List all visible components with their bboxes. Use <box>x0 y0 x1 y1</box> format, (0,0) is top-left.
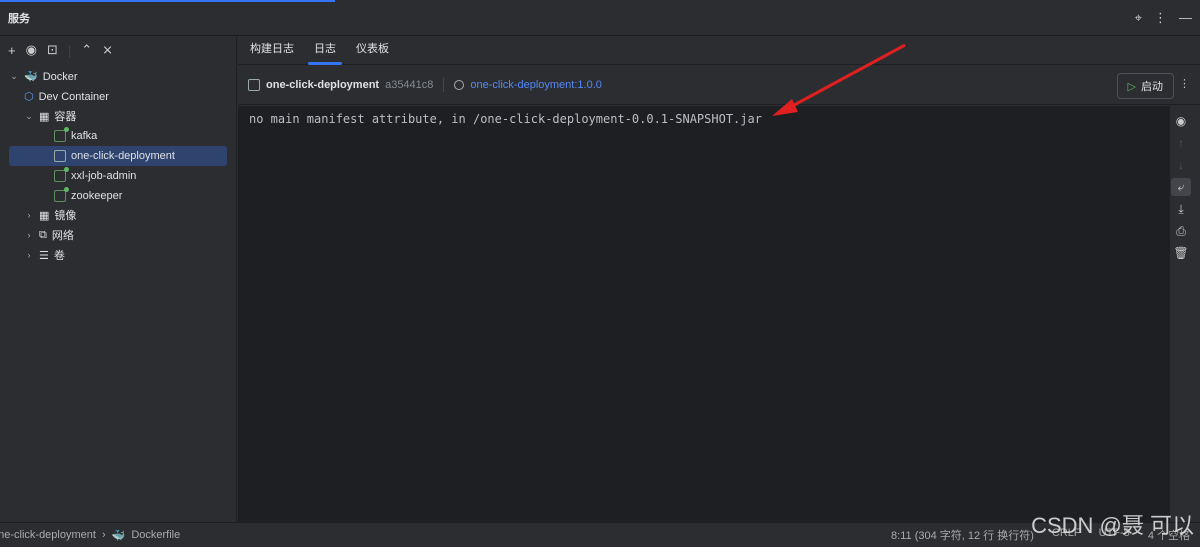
service-tree: ⌄ 🐳 Docker ⬡ Dev Container ⌄ ▦ 容器 kafka one-c… <box>0 63 236 265</box>
running-container-icon <box>54 166 69 182</box>
expand-all-icon[interactable]: ⌃ <box>81 42 92 58</box>
tree-networks[interactable]: › ⧉ 网络 <box>9 225 227 245</box>
tree-one-click-deployment[interactable]: one-click-deployment <box>9 146 227 166</box>
status-bar: one-click-deployment › 🐳 Dockerfile 8:11… <box>0 522 1200 547</box>
title-bar: 服务 ⌖ ⋮ — <box>0 0 1200 36</box>
tree-label: kafka <box>71 130 98 143</box>
tree-dev-container[interactable]: ⬡ Dev Container <box>9 87 227 107</box>
containers-icon: ▦ <box>39 110 50 123</box>
tree-label: 镜像 <box>54 210 77 223</box>
tree-label: 容器 <box>54 111 77 124</box>
scroll-to-end-icon[interactable]: ⤓ <box>1171 200 1191 218</box>
play-icon: ▷ <box>1127 80 1136 93</box>
tree-label: zookeeper <box>71 189 123 202</box>
chevron-down-icon[interactable]: ⌄ <box>24 111 34 122</box>
more-options-icon[interactable]: ⋮ <box>1154 10 1167 26</box>
print-icon[interactable]: ⎙ <box>1171 222 1191 240</box>
tree-docker[interactable]: ⌄ 🐳 Docker <box>9 67 227 87</box>
main-panel: 构建日志 日志 仪表板 one-click-deployment a35441c… <box>238 37 1200 522</box>
add-icon[interactable]: + <box>8 43 16 58</box>
window-title: 服务 <box>8 12 30 25</box>
chevron-down-icon[interactable]: ⌄ <box>9 71 19 82</box>
watermark: CSDN @聂 可以 <box>1031 513 1194 538</box>
locate-icon[interactable]: ⌖ <box>1135 10 1142 26</box>
soft-wrap-icon[interactable]: ⤶ <box>1171 178 1191 196</box>
tree-containers[interactable]: ⌄ ▦ 容器 <box>9 107 227 127</box>
services-sidebar: + ◉ ⊡ | ⌃ ⨯ ⌄ 🐳 Docker ⬡ Dev Container ⌄ ▦ 容器… <box>0 37 237 522</box>
container-icon <box>248 78 260 91</box>
network-icon: ⧉ <box>39 228 47 241</box>
container-hash: a35441c8 <box>385 78 434 91</box>
tree-label: one-click-deployment <box>71 150 175 163</box>
tree-label: Dev Container <box>38 90 109 103</box>
collapse-all-icon[interactable]: ⨯ <box>102 42 113 58</box>
running-container-icon <box>54 186 69 202</box>
arrow-down-icon[interactable]: ↓ <box>1171 156 1191 174</box>
divider <box>443 77 445 92</box>
chevron-right-icon[interactable]: › <box>24 250 34 260</box>
tree-images[interactable]: › ▦ 镜像 <box>9 206 227 226</box>
tab-build-log[interactable]: 构建日志 <box>242 37 302 64</box>
tree-label: Docker <box>42 70 78 83</box>
stopped-container-icon <box>54 150 66 163</box>
docker-icon: 🐳 <box>24 71 38 84</box>
tree-label: 卷 <box>53 250 65 263</box>
breadcrumb-file[interactable]: Dockerfile <box>131 529 180 542</box>
arrow-up-icon[interactable]: ↑ <box>1171 134 1191 152</box>
chevron-right-icon: › <box>101 528 106 541</box>
sidebar-toolbar: + ◉ ⊡ | ⌃ ⨯ <box>8 42 114 58</box>
running-container-icon <box>54 127 69 143</box>
breadcrumb-container[interactable]: one-click-deployment <box>0 529 96 542</box>
start-button[interactable]: ▷ 启动 <box>1116 73 1174 99</box>
start-label: 启动 <box>1141 81 1163 93</box>
cursor-position[interactable]: 8:11 (304 字符, 12 行 换行符) <box>891 527 1034 543</box>
docker-icon: 🐳 <box>111 529 126 542</box>
trash-icon[interactable]: 🗑 <box>1171 244 1191 262</box>
tree-kafka[interactable]: kafka <box>9 126 227 146</box>
container-name: one-click-deployment <box>266 78 380 91</box>
container-header: one-click-deployment a35441c8 one-click-… <box>238 65 1200 105</box>
images-icon: ▦ <box>39 209 50 222</box>
eye-icon[interactable]: ◉ <box>1171 112 1191 130</box>
new-group-icon[interactable]: ⊡ <box>47 42 58 58</box>
minimize-icon[interactable]: — <box>1179 10 1192 26</box>
tree-label: xxl-job-admin <box>71 169 137 182</box>
tree-volumes[interactable]: › ☰ 卷 <box>9 245 227 265</box>
database-icon: ☰ <box>39 249 49 262</box>
more-options-icon[interactable]: ⋮ <box>1179 77 1190 90</box>
tab-dashboard[interactable]: 仪表板 <box>348 37 397 64</box>
image-link[interactable]: one-click-deployment:1.0.0 <box>470 79 601 91</box>
tree-xxl-job-admin[interactable]: xxl-job-admin <box>9 166 227 186</box>
cube-icon: ⬡ <box>24 91 34 104</box>
chevron-right-icon[interactable]: › <box>24 210 34 220</box>
tab-bar: 构建日志 日志 仪表板 <box>238 37 1200 65</box>
tab-log[interactable]: 日志 <box>306 37 344 65</box>
log-line: no main manifest attribute, in /one-clic… <box>249 112 762 126</box>
log-output[interactable]: no main manifest attribute, in /one-clic… <box>238 106 1170 522</box>
chevron-right-icon[interactable]: › <box>24 230 34 240</box>
tree-zookeeper[interactable]: zookeeper <box>9 186 227 206</box>
image-icon <box>454 79 465 90</box>
eye-icon[interactable]: ◉ <box>26 42 37 58</box>
log-toolbar: ◉ ↑ ↓ ⤶ ⤓ ⎙ 🗑 <box>1169 112 1193 262</box>
tree-label: 网络 <box>51 230 74 243</box>
